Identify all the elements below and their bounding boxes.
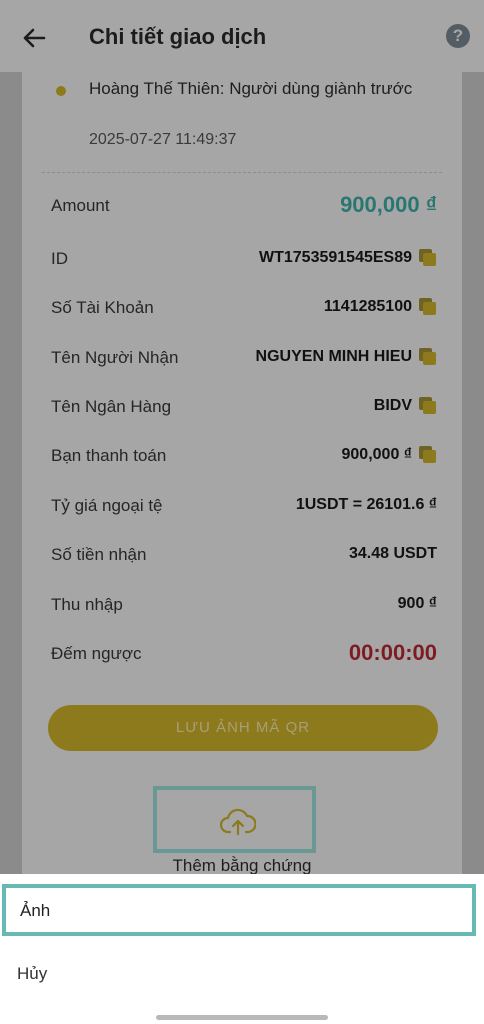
- status-dot: [56, 86, 66, 96]
- paid-value: 900,000 ₫: [341, 446, 413, 463]
- account-value: 1141285100: [323, 298, 412, 315]
- app-header: Chi tiết giao dịch ?: [0, 0, 484, 72]
- received-row: Số tiền nhận 34.48 USDT: [51, 541, 437, 571]
- copy-account-icon[interactable]: [419, 298, 437, 316]
- bottom-sheet: Ảnh Hủy: [0, 874, 484, 1024]
- account-label: Số Tài Khoản: [51, 298, 154, 317]
- rate-label: Tỷ giá ngoại tệ: [51, 496, 163, 515]
- bank-row: Tên Ngân Hàng BIDV: [51, 393, 437, 423]
- help-button[interactable]: ?: [446, 24, 470, 48]
- income-value: 900 ₫: [397, 595, 437, 612]
- paid-row: Bạn thanh toán 900,000 ₫: [51, 442, 437, 472]
- id-value: WT1753591545ES89: [259, 249, 412, 266]
- received-value: 34.48 USDT: [348, 545, 437, 562]
- received-label: Số tiền nhận: [51, 545, 147, 564]
- cancel-option[interactable]: Hủy: [0, 956, 484, 1014]
- status-text: Hoàng Thế Thiên: Người dùng giành trước: [89, 79, 413, 98]
- back-arrow-icon: [23, 28, 46, 48]
- income-label: Thu nhập: [51, 595, 123, 614]
- home-indicator: [156, 1015, 328, 1020]
- recipient-row: Tên Người Nhận NGUYEN MINH HIEU: [51, 344, 437, 374]
- photo-option-label: Ảnh: [20, 901, 51, 920]
- amount-value: 900,000 ₫: [340, 192, 437, 217]
- add-evidence-button[interactable]: [153, 786, 316, 853]
- amount-row: Amount 900,000 ₫: [51, 192, 437, 222]
- id-label: ID: [51, 249, 68, 268]
- account-row: Số Tài Khoản 1141285100: [51, 294, 437, 324]
- recipient-value: NGUYEN MINH HIEU: [255, 348, 412, 365]
- transaction-card: Hoàng Thế Thiên: Người dùng giành trước …: [22, 72, 462, 875]
- amount-label: Amount: [51, 196, 110, 215]
- save-qr-button[interactable]: LƯU ẢNH MÃ QR: [48, 705, 438, 751]
- id-row: ID WT1753591545ES89: [51, 245, 437, 275]
- copy-id-icon[interactable]: [419, 249, 437, 267]
- countdown-label: Đếm ngược: [51, 644, 142, 663]
- help-icon: ?: [452, 26, 464, 45]
- cloud-upload-icon: [220, 808, 256, 836]
- bank-label: Tên Ngân Hàng: [51, 397, 172, 416]
- countdown-value: 00:00:00: [348, 640, 437, 665]
- page-title: Chi tiết giao dịch: [89, 24, 267, 49]
- recipient-label: Tên Người Nhận: [51, 348, 179, 367]
- countdown-row: Đếm ngược 00:00:00: [51, 640, 437, 670]
- rate-value: 1USDT = 26101.6 ₫: [295, 496, 437, 513]
- paid-label: Bạn thanh toán: [51, 446, 167, 465]
- income-row: Thu nhập 900 ₫: [51, 591, 437, 621]
- status-time: 2025-07-27 11:49:37: [89, 131, 237, 148]
- bank-value: BIDV: [373, 397, 412, 414]
- rate-row: Tỷ giá ngoại tệ 1USDT = 26101.6 ₫: [51, 492, 437, 522]
- back-button[interactable]: [18, 22, 50, 54]
- copy-paid-icon[interactable]: [419, 446, 437, 464]
- photo-option[interactable]: Ảnh: [2, 884, 476, 936]
- add-evidence-label: Thêm bằng chứng: [172, 856, 312, 875]
- copy-bank-icon[interactable]: [419, 397, 437, 415]
- divider: [42, 172, 442, 173]
- copy-recipient-icon[interactable]: [419, 348, 437, 366]
- cancel-option-label: Hủy: [17, 964, 48, 983]
